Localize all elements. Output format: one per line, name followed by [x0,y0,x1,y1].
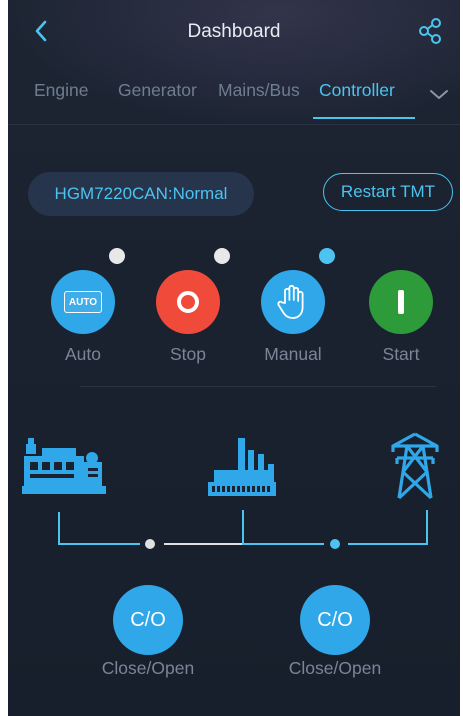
mode-auto[interactable]: AUTO Auto [43,248,125,365]
chevron-down-icon [430,90,448,99]
gen-close-open-label: Close/Open [101,658,195,678]
power-tower-icon [391,432,439,500]
tab-generator[interactable]: Generator [118,80,197,101]
tabs-more-button[interactable] [428,84,450,104]
auto-indicator-dot [109,248,125,264]
page-title: Dashboard [187,21,281,42]
generator-icon [22,438,106,494]
tab-bar: Engine Generator Mains/Bus Controller [8,64,460,125]
mains-bus-line-right [348,543,428,545]
restart-tmt-button[interactable]: Restart TMT [323,173,453,211]
share-button[interactable] [416,16,446,46]
mains-close-open-button[interactable]: C/O [300,585,370,655]
auto-button[interactable]: AUTO [51,270,115,334]
auto-label: Auto [65,344,101,364]
manual-button[interactable] [261,270,325,334]
mains-close-open-label: Close/Open [288,658,382,678]
mode-manual[interactable]: Manual [253,248,335,365]
mains-bus-line-left [242,543,324,545]
mode-start[interactable]: Start [361,270,441,365]
start-button[interactable] [369,270,433,334]
factory-icon [208,438,276,496]
manual-label: Manual [264,344,322,364]
load-drop-line [242,510,244,545]
dashboard-screen: Dashboard Engine Generator Mains/Bus Con… [8,0,460,716]
mains-drop-line [426,510,428,545]
top-bar: Dashboard [8,0,460,64]
gen-breaker-dot [145,539,155,549]
gen-breaker-contact [164,543,242,545]
mains-breaker-dot [330,539,340,549]
tab-engine[interactable]: Engine [34,80,89,101]
start-icon [398,290,404,314]
hand-icon [277,284,304,319]
stop-indicator-dot [214,248,230,264]
gen-bus-line [58,543,140,545]
stop-icon [177,291,199,313]
share-icon [419,18,441,44]
start-label: Start [382,344,420,364]
mode-stop[interactable]: Stop [148,248,230,365]
gen-close-open-button[interactable]: C/O [113,585,183,655]
section-divider [80,386,436,387]
active-tab-indicator [313,117,415,119]
auto-icon-text: AUTO [68,296,98,308]
gen-drop-line [58,512,60,545]
stop-button[interactable] [156,270,220,334]
manual-indicator-dot [319,248,335,264]
tab-controller[interactable]: Controller [319,80,395,101]
auto-icon: AUTO [64,291,102,313]
stop-label: Stop [170,344,206,364]
controller-status-badge: HGM7220CAN:Normal [28,172,254,216]
tab-mains-bus[interactable]: Mains/Bus [218,80,300,101]
